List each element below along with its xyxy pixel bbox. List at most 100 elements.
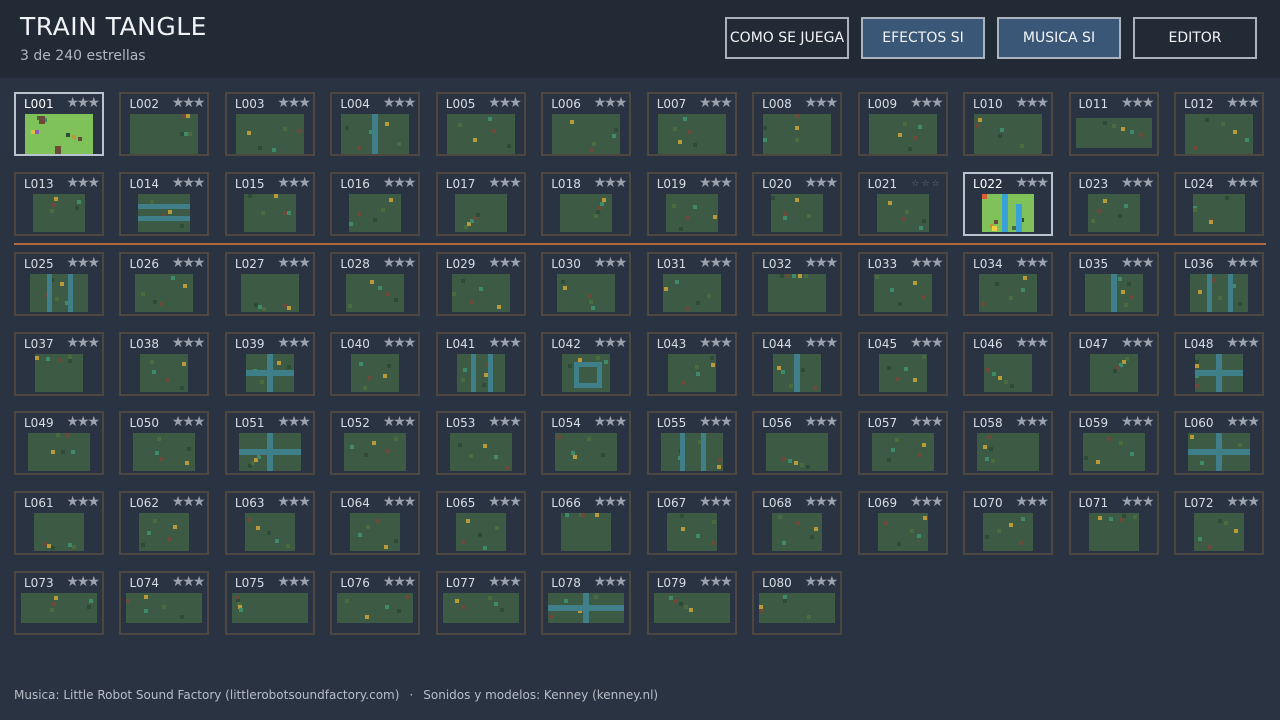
level-card-l039[interactable]: L039 ★★★	[224, 332, 315, 396]
level-card-l017[interactable]: L017 ★★★	[435, 172, 526, 236]
level-card-l080[interactable]: L080 ★★★	[752, 571, 843, 635]
level-card-l001[interactable]: L001 ★★★	[14, 92, 104, 156]
thumbnail-detail	[1004, 380, 1009, 384]
level-card-l058[interactable]: L058 ★★★	[963, 411, 1054, 475]
level-card-l035[interactable]: L035 ★★★	[1068, 252, 1159, 316]
thumbnail-detail	[72, 545, 76, 549]
level-card-l020[interactable]: L020 ★★★	[752, 172, 843, 236]
level-card-l050[interactable]: L050 ★★★	[119, 411, 210, 475]
level-card-l063[interactable]: L063 ★★★	[224, 491, 315, 555]
level-card-l029[interactable]: L029 ★★★	[435, 252, 526, 316]
level-card-l022[interactable]: L022 ★★★	[963, 172, 1054, 236]
level-card-l061[interactable]: L061 ★★★	[14, 491, 104, 555]
level-card-l024[interactable]: L024 ★★★	[1173, 172, 1264, 236]
level-card-l064[interactable]: L064 ★★★	[330, 491, 421, 555]
level-label: L021	[867, 177, 898, 191]
level-card-l013[interactable]: L013 ★★★	[14, 172, 104, 236]
thumbnail-detail	[61, 450, 65, 454]
level-card-l034[interactable]: L034 ★★★	[963, 252, 1054, 316]
thumbnail-detail	[997, 529, 1002, 533]
level-card-l068[interactable]: L068 ★★★	[752, 491, 843, 555]
level-card-l032[interactable]: L032 ★★★	[752, 252, 843, 316]
level-card-l007[interactable]: L007 ★★★	[646, 92, 737, 156]
level-card-l074[interactable]: L074 ★★★	[119, 571, 210, 635]
level-card-l010[interactable]: L010 ★★★	[963, 92, 1054, 156]
level-card-l078[interactable]: L078 ★★★	[541, 571, 632, 635]
level-card-l047[interactable]: L047 ★★★	[1068, 332, 1159, 396]
level-card-l077[interactable]: L077 ★★★	[435, 571, 526, 635]
level-card-l004[interactable]: L004 ★★★	[330, 92, 421, 156]
level-label: L066	[551, 496, 581, 510]
level-card-l019[interactable]: L019 ★★★	[646, 172, 737, 236]
level-card-l070[interactable]: L070 ★★★	[963, 491, 1054, 555]
level-card-l005[interactable]: L005 ★★★	[435, 92, 526, 156]
level-card-l038[interactable]: L038 ★★★	[119, 332, 210, 396]
level-card-l060[interactable]: L060 ★★★	[1173, 411, 1264, 475]
level-card-l072[interactable]: L072 ★★★	[1173, 491, 1264, 555]
music-toggle[interactable]: MUSICA SI	[997, 17, 1121, 59]
level-card-l028[interactable]: L028 ★★★	[330, 252, 421, 316]
level-card-l012[interactable]: L012 ★★★	[1173, 92, 1264, 156]
level-stars-icon: ★★★	[1015, 255, 1049, 271]
level-card-l009[interactable]: L009 ★★★	[857, 92, 948, 156]
level-stars-icon: ★★★	[804, 414, 838, 430]
level-card-l049[interactable]: L049 ★★★	[14, 411, 104, 475]
level-card-l002[interactable]: L002 ★★★	[119, 92, 210, 156]
thumbnail-detail	[1096, 209, 1101, 213]
level-card-l045[interactable]: L045 ★★★	[857, 332, 948, 396]
level-card-l076[interactable]: L076 ★★★	[330, 571, 421, 635]
level-card-l042[interactable]: L042 ★★★	[541, 332, 632, 396]
level-card-l027[interactable]: L027 ★★★	[224, 252, 315, 316]
level-card-l003[interactable]: L003 ★★★	[224, 92, 315, 156]
level-card-l071[interactable]: L071 ★★★	[1068, 491, 1159, 555]
editor-button[interactable]: EDITOR	[1133, 17, 1257, 59]
level-card-l059[interactable]: L059 ★★★	[1068, 411, 1159, 475]
level-card-l041[interactable]: L041 ★★★	[435, 332, 526, 396]
level-card-l018[interactable]: L018 ★★★	[541, 172, 632, 236]
thumbnail-detail	[1227, 274, 1233, 312]
thumbnail-detail	[801, 368, 806, 372]
level-card-l075[interactable]: L075 ★★★	[224, 571, 315, 635]
level-card-l036[interactable]: L036 ★★★	[1173, 252, 1264, 316]
level-card-l014[interactable]: L014 ★★★	[119, 172, 210, 236]
game-title: TRAIN TANGLE	[20, 12, 207, 41]
level-card-l006[interactable]: L006 ★★★	[541, 92, 632, 156]
level-card-l057[interactable]: L057 ★★★	[857, 411, 948, 475]
level-card-l040[interactable]: L040 ★★★	[330, 332, 421, 396]
thumbnail-detail	[247, 194, 252, 198]
level-card-l066[interactable]: L066 ★★★	[541, 491, 632, 555]
level-card-l026[interactable]: L026 ★★★	[119, 252, 210, 316]
level-card-l016[interactable]: L016 ★★★	[330, 172, 421, 236]
level-card-l055[interactable]: L055 ★★★	[646, 411, 737, 475]
level-card-l054[interactable]: L054 ★★★	[541, 411, 632, 475]
level-card-l030[interactable]: L030 ★★★	[541, 252, 632, 316]
level-card-l069[interactable]: L069 ★★★	[857, 491, 948, 555]
level-card-l043[interactable]: L043 ★★★	[646, 332, 737, 396]
level-card-l008[interactable]: L008 ★★★	[752, 92, 843, 156]
level-card-l065[interactable]: L065 ★★★	[435, 491, 526, 555]
level-card-l021[interactable]: L021 ☆☆☆	[857, 172, 948, 236]
level-card-l048[interactable]: L048 ★★★	[1173, 332, 1264, 396]
level-card-l056[interactable]: L056 ★★★	[752, 411, 843, 475]
level-card-l015[interactable]: L015 ★★★	[224, 172, 315, 236]
level-card-l073[interactable]: L073 ★★★	[14, 571, 104, 635]
level-card-l062[interactable]: L062 ★★★	[119, 491, 210, 555]
level-card-l033[interactable]: L033 ★★★	[857, 252, 948, 316]
sound-effects-toggle[interactable]: EFECTOS SI	[861, 17, 985, 59]
thumbnail-detail	[1106, 437, 1111, 441]
level-card-l079[interactable]: L079 ★★★	[646, 571, 737, 635]
level-card-l053[interactable]: L053 ★★★	[435, 411, 526, 475]
level-card-l046[interactable]: L046 ★★★	[963, 332, 1054, 396]
level-card-l044[interactable]: L044 ★★★	[752, 332, 843, 396]
level-card-l067[interactable]: L067 ★★★	[646, 491, 737, 555]
level-card-l031[interactable]: L031 ★★★	[646, 252, 737, 316]
level-card-l025[interactable]: L025 ★★★	[14, 252, 104, 316]
level-card-l052[interactable]: L052 ★★★	[330, 411, 421, 475]
level-card-l051[interactable]: L051 ★★★	[224, 411, 315, 475]
thumbnail-detail	[794, 461, 799, 465]
level-stars-icon: ★★★	[699, 255, 733, 271]
level-card-l023[interactable]: L023 ★★★	[1068, 172, 1159, 236]
level-card-l011[interactable]: L011 ★★★	[1068, 92, 1159, 156]
how-to-play-button[interactable]: COMO SE JUEGA	[725, 17, 849, 59]
level-card-l037[interactable]: L037 ★★★	[14, 332, 104, 396]
